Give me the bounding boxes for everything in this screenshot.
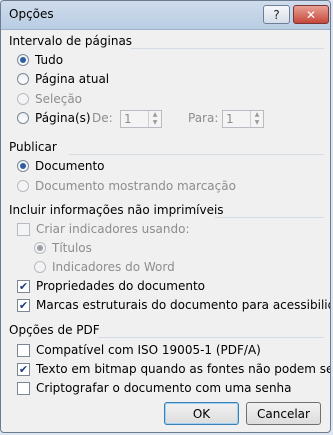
check-bitmap-text-label: Texto em bitmap quando as fontes não pod… — [36, 362, 330, 376]
cancel-button[interactable]: Cancelar — [246, 402, 321, 425]
check-structure-tags-label: Marcas estruturais do documento para ace… — [36, 298, 331, 312]
radio-button — [34, 261, 46, 273]
spin-up-icon[interactable]: ▲ — [149, 111, 161, 119]
radio-pages-label: Página(s) — [35, 111, 91, 125]
radio-button[interactable] — [17, 73, 29, 85]
divider — [131, 48, 324, 49]
dialog-title: Opções — [9, 7, 54, 21]
checkbox — [17, 222, 30, 236]
radio-button — [17, 93, 29, 105]
radio-button — [17, 180, 29, 192]
checkmark-icon[interactable]: ✔ — [17, 298, 30, 312]
radio-selection-label: Seleção — [35, 92, 83, 106]
check-encrypt[interactable]: Criptografar o documento com uma senha — [17, 381, 292, 395]
radio-button[interactable] — [17, 112, 29, 124]
title-bar: Opções ? ✕ — [1, 1, 330, 30]
spinner-arrows[interactable]: ▲ ▼ — [250, 111, 263, 127]
spin-down-icon[interactable]: ▼ — [149, 119, 161, 127]
check-doc-properties[interactable]: ✔ Propriedades do documento — [17, 279, 205, 293]
from-label: De: — [92, 111, 113, 125]
ok-button[interactable]: OK — [164, 402, 239, 425]
checkbox[interactable] — [17, 381, 30, 395]
from-page-spinner[interactable]: 1 ▲ ▼ — [120, 110, 162, 128]
radio-pages[interactable]: Página(s) — [17, 111, 91, 125]
page-range-header: Intervalo de páginas — [9, 34, 133, 48]
pdf-options-header: Opções de PDF — [9, 323, 100, 337]
to-page-spinner[interactable]: 1 ▲ ▼ — [222, 110, 264, 128]
radio-current-page[interactable]: Página atual — [17, 72, 109, 86]
radio-word-bookmarks-label: Indicadores do Word — [52, 260, 175, 274]
spin-up-icon[interactable]: ▲ — [251, 111, 263, 119]
radio-button[interactable] — [17, 160, 29, 172]
divider — [69, 154, 324, 155]
checkbox[interactable] — [17, 343, 30, 357]
divider — [215, 217, 324, 218]
to-page-value: 1 — [226, 112, 234, 126]
check-iso-label: Compatível com ISO 19005-1 (PDF/A) — [36, 343, 261, 357]
close-button[interactable]: ✕ — [293, 5, 329, 24]
check-create-bookmarks: Criar indicadores usando: — [17, 222, 190, 236]
radio-document-markup-label: Documento mostrando marcação — [35, 179, 236, 193]
check-iso[interactable]: Compatível com ISO 19005-1 (PDF/A) — [17, 343, 261, 357]
radio-document-markup: Documento mostrando marcação — [17, 179, 236, 193]
check-encrypt-label: Criptografar o documento com uma senha — [36, 381, 292, 395]
check-create-bookmarks-label: Criar indicadores usando: — [36, 222, 190, 236]
radio-all[interactable]: Tudo — [17, 53, 63, 67]
nonprint-header: Incluir informações não imprimíveis — [9, 203, 224, 217]
radio-document-label: Documento — [35, 159, 105, 173]
radio-document[interactable]: Documento — [17, 159, 105, 173]
spinner-arrows[interactable]: ▲ ▼ — [148, 111, 161, 127]
radio-selection: Seleção — [17, 92, 82, 106]
check-bitmap-text[interactable]: ✔ Texto em bitmap quando as fontes não p… — [17, 362, 330, 376]
help-button[interactable]: ? — [263, 5, 290, 24]
from-page-value: 1 — [124, 112, 132, 126]
check-doc-properties-label: Propriedades do documento — [36, 279, 206, 293]
radio-word-bookmarks: Indicadores do Word — [34, 260, 175, 274]
to-label: Para: — [188, 111, 219, 125]
radio-headings: Títulos — [34, 241, 92, 255]
radio-current-page-label: Página atual — [35, 72, 110, 86]
options-dialog: Opções ? ✕ Intervalo de páginas Tudo Pág… — [0, 0, 331, 433]
radio-button[interactable] — [17, 54, 29, 66]
radio-headings-label: Títulos — [52, 241, 92, 255]
publish-header: Publicar — [9, 140, 57, 154]
radio-all-label: Tudo — [35, 53, 64, 67]
spin-down-icon[interactable]: ▼ — [251, 119, 263, 127]
checkmark-icon[interactable]: ✔ — [17, 362, 30, 376]
radio-button — [34, 242, 46, 254]
checkmark-icon[interactable]: ✔ — [17, 279, 30, 293]
divider — [98, 337, 324, 338]
check-structure-tags[interactable]: ✔ Marcas estruturais do documento para a… — [17, 298, 331, 312]
